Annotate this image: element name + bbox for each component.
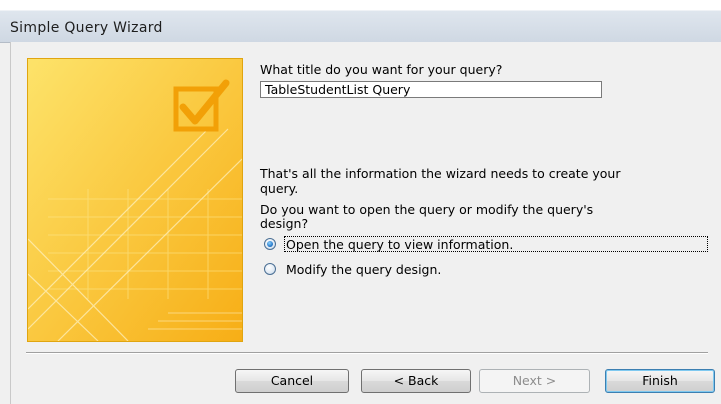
- window-title: Simple Query Wizard: [10, 20, 163, 36]
- open-query-radio[interactable]: [264, 238, 276, 250]
- question-text-line2: design?: [260, 216, 309, 231]
- modify-query-radio[interactable]: [264, 263, 276, 275]
- query-title-input[interactable]: TableStudentList Query: [260, 81, 602, 98]
- modify-query-option-label[interactable]: Modify the query design.: [286, 262, 441, 277]
- back-button[interactable]: < Back: [361, 369, 471, 393]
- info-text-line1: That's all the information the wizard ne…: [260, 166, 621, 181]
- next-button[interactable]: Next >: [479, 369, 590, 393]
- button-divider: [26, 352, 708, 354]
- wizard-illustration: [27, 58, 243, 342]
- question-text-line1: Do you want to open the query or modify …: [260, 202, 594, 217]
- cancel-button[interactable]: Cancel: [235, 369, 349, 393]
- finish-button[interactable]: Finish: [605, 369, 715, 393]
- title-bar: Simple Query Wizard: [0, 0, 721, 43]
- wizard-window: Simple Query Wizard What title do you wa…: [0, 0, 721, 404]
- info-text-line2: query.: [260, 181, 299, 196]
- title-prompt-label: What title do you want for your query?: [260, 62, 503, 77]
- open-query-option-label[interactable]: Open the query to view information.: [286, 237, 513, 252]
- checkmark-illustration-icon: [28, 59, 242, 341]
